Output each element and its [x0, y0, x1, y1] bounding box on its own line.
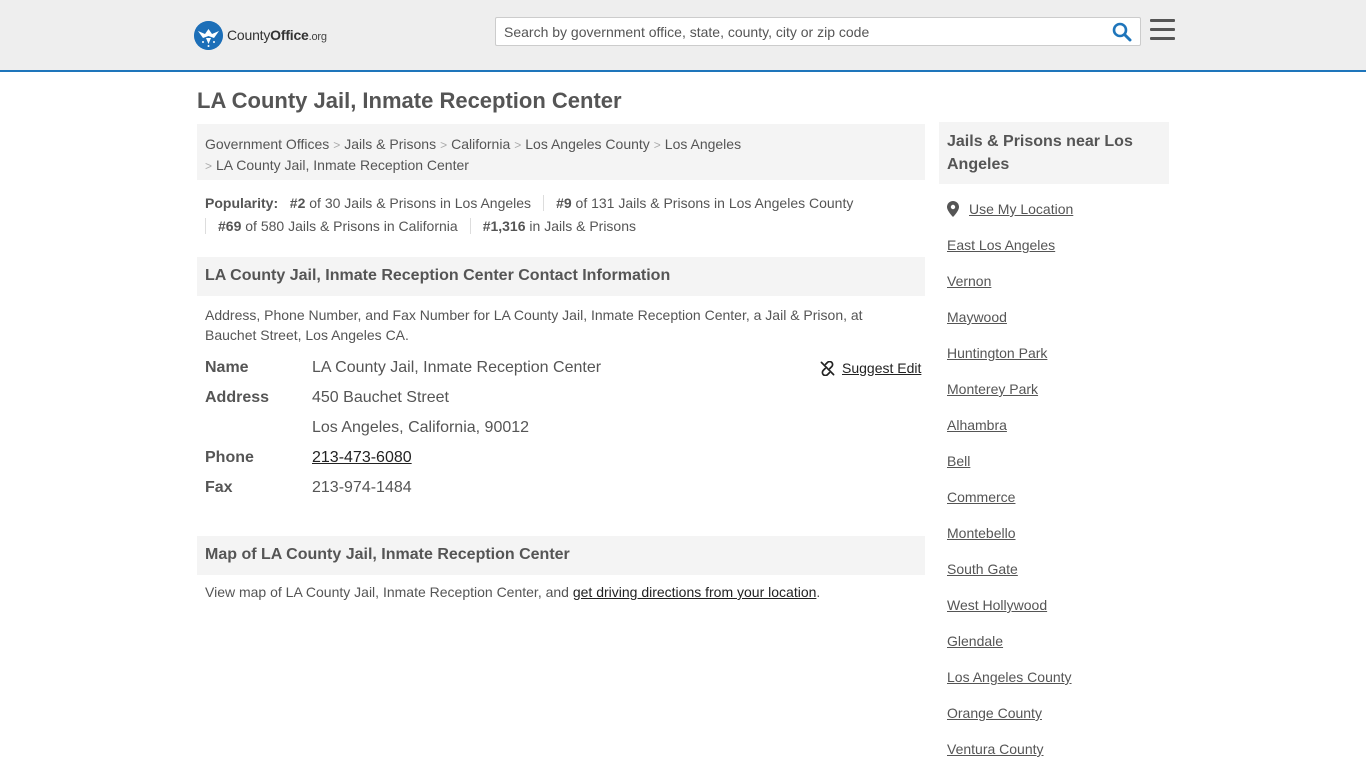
map-description: View map of LA County Jail, Inmate Recep… [205, 584, 820, 600]
sidebar-link-glendale[interactable]: Glendale [947, 633, 1003, 649]
unlink-icon [820, 360, 835, 376]
popularity-text: of 131 Jails & Prisons in Los Angeles Co… [571, 195, 854, 211]
sidebar-heading: Jails & Prisons near Los Angeles [939, 122, 1169, 184]
sidebar-link-los-angeles-county[interactable]: Los Angeles County [947, 669, 1072, 685]
sidebar-link-montebello[interactable]: Montebello [947, 525, 1016, 541]
sidebar-link-maywood[interactable]: Maywood [947, 309, 1007, 325]
sidebar-link-ventura-county[interactable]: Ventura County [947, 741, 1044, 757]
sidebar-link-south-gate[interactable]: South Gate [947, 561, 1018, 577]
suggest-edit-label: Suggest Edit [842, 360, 922, 376]
use-my-location-link[interactable]: Use My Location [947, 201, 1073, 217]
popularity-item: #69 of 580 Jails & Prisons in California [218, 215, 458, 238]
name-value: LA County Jail, Inmate Reception Center [312, 359, 602, 376]
popularity-label: Popularity: [205, 195, 279, 211]
popularity-item: #9 of 131 Jails & Prisons in Los Angeles… [556, 192, 853, 215]
logo-wordmark: CountyOffice.org [227, 27, 327, 43]
breadcrumb: Government Offices > Jails & Prisons > Calif… [197, 124, 925, 180]
popularity-item: #1,316 in Jails & Prisons [483, 215, 636, 238]
chevron-right-icon: > [440, 138, 448, 152]
sidebar-link-vernon[interactable]: Vernon [947, 273, 991, 289]
popularity-text: of 30 Jails & Prisons in Los Angeles [305, 195, 532, 211]
search-bar [495, 17, 1141, 46]
breadcrumb-los-angeles-county[interactable]: Los Angeles County [525, 136, 650, 152]
fax-value: 213-974-1484 [312, 479, 412, 496]
chevron-right-icon: > [205, 159, 213, 173]
sidebar-link-bell[interactable]: Bell [947, 453, 970, 469]
sidebar-link-monterey-park[interactable]: Monterey Park [947, 381, 1038, 397]
sidebar-link-west-hollywood[interactable]: West Hollywood [947, 597, 1047, 613]
address-line1: 450 Bauchet Street [312, 389, 449, 406]
search-button[interactable] [1112, 22, 1134, 42]
divider [205, 218, 206, 234]
sidebar-link-orange-county[interactable]: Orange County [947, 705, 1042, 721]
search-icon [1112, 22, 1132, 42]
fax-label: Fax [205, 479, 233, 496]
logo-tld: .org [308, 31, 327, 43]
driving-directions-link[interactable]: get driving directions from your locatio… [573, 584, 817, 600]
sidebar-link-alhambra[interactable]: Alhambra [947, 417, 1007, 433]
breadcrumb-government-offices[interactable]: Government Offices [205, 136, 329, 152]
popularity-text: of 580 Jails & Prisons in California [241, 218, 458, 234]
popularity-rank: #1,316 [482, 218, 526, 234]
breadcrumb-california[interactable]: California [451, 136, 510, 152]
contact-heading: LA County Jail, Inmate Reception Center … [197, 257, 925, 296]
divider [543, 195, 545, 211]
use-my-location-label: Use My Location [969, 201, 1074, 217]
page-title: LA County Jail, Inmate Reception Center [197, 88, 622, 113]
site-header: CountyOffice.org [0, 0, 1366, 72]
popularity-text: in Jails & Prisons [525, 218, 636, 234]
logo-county: County [227, 27, 271, 43]
sidebar-link-east-los-angeles[interactable]: East Los Angeles [947, 237, 1055, 253]
popularity-item: #2 of 30 Jails & Prisons in Los Angeles [290, 192, 531, 215]
chevron-right-icon: > [514, 138, 522, 152]
map-heading: Map of LA County Jail, Inmate Reception … [197, 536, 925, 575]
map-pin-icon [947, 201, 959, 217]
popularity-rank: #9 [556, 195, 572, 211]
map-desc-prefix: View map of LA County Jail, Inmate Recep… [205, 584, 573, 600]
breadcrumb-current: LA County Jail, Inmate Reception Center [216, 157, 469, 173]
popularity-rank: #2 [289, 195, 306, 211]
phone-label: Phone [205, 449, 254, 466]
breadcrumb-jails-prisons[interactable]: Jails & Prisons [344, 136, 436, 152]
chevron-right-icon: > [333, 138, 341, 152]
contact-description: Address, Phone Number, and Fax Number fo… [205, 307, 863, 343]
eagle-seal-icon [194, 20, 223, 50]
breadcrumb-los-angeles[interactable]: Los Angeles [665, 136, 741, 152]
popularity-stats: Popularity: #2 of 30 Jails & Prisons in … [205, 192, 925, 238]
suggest-edit-link[interactable]: Suggest Edit [820, 360, 921, 376]
map-desc-suffix: . [816, 584, 821, 600]
sidebar-link-commerce[interactable]: Commerce [947, 489, 1015, 505]
name-label: Name [205, 359, 249, 376]
hamburger-menu-icon[interactable] [1150, 19, 1175, 41]
address-line2: Los Angeles, California, 90012 [312, 419, 530, 436]
chevron-right-icon: > [653, 138, 661, 152]
sidebar-link-huntington-park[interactable]: Huntington Park [947, 345, 1047, 361]
address-label: Address [205, 389, 270, 406]
search-input[interactable] [496, 18, 1104, 45]
phone-value-wrap: 213-473-6080 [312, 449, 412, 467]
logo-office: Office [270, 27, 309, 43]
divider [469, 218, 471, 234]
phone-link[interactable]: 213-473-6080 [312, 449, 412, 466]
site-logo[interactable]: CountyOffice.org [194, 20, 327, 50]
popularity-rank: #69 [218, 218, 242, 234]
